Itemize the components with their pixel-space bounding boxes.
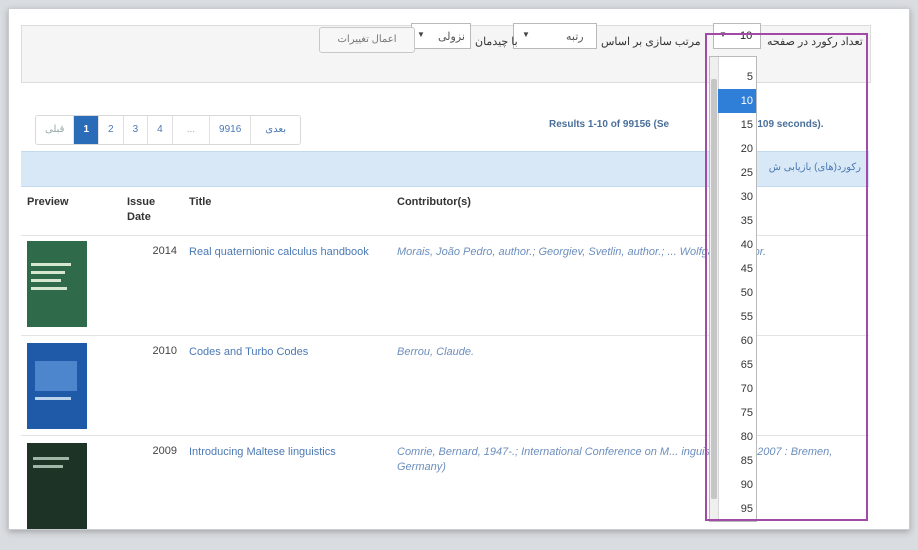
dropdown-option[interactable]: 55 (718, 305, 756, 329)
dropdown-option[interactable]: 90 (718, 473, 756, 497)
row-title-link[interactable]: Real quaternionic calculus handbook (189, 245, 379, 260)
dropdown-option-list: 5 10 15 20 25 30 35 40 45 50 55 60 65 70 75 80 85 90 95 (718, 65, 756, 521)
apply-changes-button[interactable]: اعمال تغییرات (319, 27, 415, 53)
pagination-next[interactable]: بعدی (251, 116, 300, 144)
pagination-page-2[interactable]: 2 (99, 116, 124, 144)
dropdown-option[interactable]: 15 (718, 113, 756, 137)
pagination-page-3[interactable]: 3 (123, 116, 149, 144)
row-contributors[interactable]: Berrou, Claude. (397, 345, 867, 360)
chevron-down-icon: ▼ (417, 30, 425, 39)
pagination-page-last[interactable]: 9916 (210, 116, 252, 144)
row-contributors[interactable]: Comrie, Bernard, 1947-.; International C… (397, 445, 867, 475)
row-title-link[interactable]: Codes and Turbo Codes (189, 345, 379, 360)
order-label: با چیدمان (475, 36, 518, 48)
dropdown-option[interactable]: 65 (718, 353, 756, 377)
column-header-contributors[interactable]: Contributor(s) (397, 195, 471, 210)
dropdown-option[interactable]: 45 (718, 257, 756, 281)
book-cover-thumbnail[interactable] (27, 343, 87, 429)
column-header-title[interactable]: Title (189, 195, 211, 210)
dropdown-option[interactable]: 75 (718, 401, 756, 425)
book-cover-thumbnail[interactable] (27, 443, 87, 529)
row-contributors[interactable]: Morais, João Pedro, author.; Georgiev, S… (397, 245, 867, 260)
book-cover-thumbnail[interactable] (27, 241, 87, 327)
dropdown-option[interactable]: 50 (718, 281, 756, 305)
dropdown-option[interactable]: 85 (718, 449, 756, 473)
browser-frame: تعداد رکورد در صفحه ▼ 10 | مرتب سازی بر … (8, 8, 910, 530)
pagination-prev[interactable]: قبلی (36, 116, 75, 144)
results-info-text: رکورد(های) بازیابی ش (768, 162, 861, 173)
dropdown-option[interactable]: 20 (718, 137, 756, 161)
pagination: قبلی 1 2 3 4 ... 9916 بعدی (35, 115, 301, 145)
sort-by-select[interactable]: ▼ رتبه (513, 23, 597, 49)
dropdown-option[interactable]: 40 (718, 233, 756, 257)
dropdown-option[interactable]: 10 (718, 89, 756, 113)
dropdown-option[interactable]: 80 (718, 425, 756, 449)
records-per-page-label: تعداد رکورد در صفحه (767, 36, 863, 48)
chevron-down-icon: ▼ (719, 30, 727, 39)
dropdown-option[interactable]: 60 (718, 329, 756, 353)
dropdown-option[interactable]: 5 (718, 65, 756, 89)
pagination-ellipsis: ... (172, 116, 211, 144)
column-header-preview[interactable]: Preview (27, 195, 69, 210)
pagination-page-1[interactable]: 1 (74, 116, 100, 144)
chevron-down-icon: ▼ (522, 30, 530, 39)
row-issue-date: 2014 (152, 245, 177, 257)
row-title-link[interactable]: Introducing Maltese linguistics (189, 445, 379, 460)
results-summary: Results 1-10 of 99156 (Se (549, 119, 670, 130)
dropdown-scrollbar-thumb[interactable] (711, 79, 717, 499)
dropdown-option[interactable]: 70 (718, 377, 756, 401)
dropdown-option[interactable]: 25 (718, 161, 756, 185)
row-issue-date: 2010 (152, 345, 177, 357)
dropdown-option[interactable]: 95 (718, 497, 756, 521)
dropdown-option[interactable]: 30 (718, 185, 756, 209)
sort-by-label: مرتب سازی بر اساس (601, 36, 701, 48)
row-issue-date: 2009 (152, 445, 177, 457)
column-header-issue-date[interactable]: Issue Date (127, 195, 155, 225)
toolbar-divider: | (705, 35, 708, 47)
records-per-page-dropdown[interactable]: 5 10 15 20 25 30 35 40 45 50 55 60 65 70 75 80 85 90 95 (709, 56, 757, 522)
pagination-page-4[interactable]: 4 (148, 116, 173, 144)
records-per-page-select[interactable]: ▼ 10 (713, 23, 761, 49)
order-select[interactable]: ▼ نزولی (411, 23, 471, 49)
dropdown-option[interactable]: 35 (718, 209, 756, 233)
results-summary-time: 0.109 seconds). (749, 119, 824, 130)
